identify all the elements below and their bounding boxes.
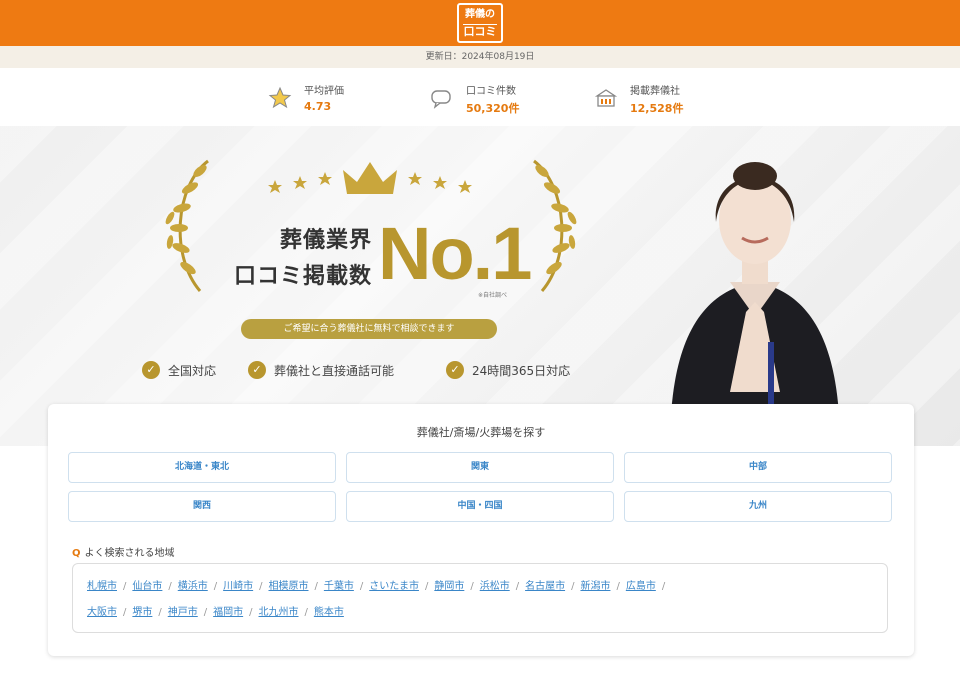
- city-link[interactable]: 仙台市: [132, 581, 162, 592]
- hero-headline: 葬儀業界 口コミ掲載数: [212, 222, 372, 290]
- building-icon: [594, 89, 618, 107]
- check-icon: ✓: [248, 361, 266, 379]
- consult-pill: ご希望に合う葬儀社に無料で相談できます: [241, 319, 497, 339]
- city-link[interactable]: 堺市: [132, 607, 152, 618]
- staff-photo: [670, 162, 840, 446]
- feature-text: 全国対応: [168, 364, 217, 378]
- hero-line2: 口コミ掲載数: [233, 264, 372, 289]
- separator: /: [213, 581, 218, 592]
- separator: /: [515, 581, 520, 592]
- city-links: 札幌市 / 仙台市 / 横浜市 / 川崎市 / 相模原市 / 千葉市 / さいたま市 / 静岡市 / 浜松市 / 名…: [87, 574, 873, 626]
- separator: /: [661, 581, 666, 592]
- city-link[interactable]: 北九州市: [259, 607, 299, 618]
- stat-label: 口コミ件数: [466, 86, 516, 97]
- stat-value: 50,320件: [466, 102, 520, 115]
- separator: /: [123, 607, 127, 618]
- hero-footnote: ※自社調べ: [478, 292, 508, 299]
- city-link[interactable]: 広島市: [626, 581, 656, 592]
- popular-label: よく検索される地域: [84, 548, 175, 559]
- separator: /: [249, 607, 253, 618]
- city-link[interactable]: 静岡市: [434, 581, 464, 592]
- logo-line1: 葬儀の: [465, 9, 495, 20]
- separator: /: [123, 581, 127, 592]
- separator: /: [616, 581, 620, 592]
- feature-text: 24時間365日対応: [472, 364, 571, 378]
- city-link[interactable]: 名古屋市: [525, 581, 565, 592]
- search-icon: Q: [72, 548, 81, 559]
- stat-label: 平均評価: [304, 86, 344, 97]
- city-link[interactable]: 相模原市: [269, 581, 309, 592]
- separator: /: [158, 607, 162, 618]
- separator: /: [470, 581, 474, 592]
- city-links-box: 札幌市 / 仙台市 / 横浜市 / 川崎市 / 相模原市 / 千葉市 / さいたま市 / 静岡市 / 浜松市 / 名…: [72, 563, 888, 633]
- site-logo[interactable]: 葬儀の 口コミ: [457, 3, 503, 43]
- laurel-right-icon: [533, 159, 577, 292]
- check-icon: ✓: [142, 361, 160, 379]
- stat-value: 4.73: [304, 100, 332, 113]
- separator: /: [168, 581, 172, 592]
- region-button[interactable]: 中国・四国: [346, 491, 614, 522]
- city-link[interactable]: 熊本市: [314, 607, 344, 618]
- star-icon: [268, 86, 292, 109]
- city-link[interactable]: 川崎市: [223, 581, 253, 592]
- region-button[interactable]: 関東: [346, 452, 614, 483]
- check-icon: ✓: [446, 361, 464, 379]
- laurel-left-icon: [165, 159, 209, 292]
- stat-value: 12,528件: [630, 102, 684, 115]
- separator: /: [314, 581, 318, 592]
- hero-banner: 葬儀業界 口コミ掲載数 No.1 ※自社調べ ご希望に合う葬儀社に無料で相談でき…: [0, 126, 960, 446]
- city-link[interactable]: 新潟市: [580, 581, 610, 592]
- city-link[interactable]: 浜松市: [480, 581, 510, 592]
- separator: /: [203, 607, 208, 618]
- logo-line2: 口コミ: [463, 24, 497, 38]
- crown-stars-icon: [268, 162, 472, 194]
- city-link[interactable]: 札幌市: [87, 581, 117, 592]
- city-link[interactable]: 横浜市: [178, 581, 208, 592]
- city-link[interactable]: 千葉市: [324, 581, 354, 592]
- no1-text: No.1: [378, 212, 532, 295]
- separator: /: [304, 607, 308, 618]
- region-button[interactable]: 北海道・東北: [68, 452, 336, 483]
- city-link[interactable]: 大阪市: [87, 607, 117, 618]
- region-button[interactable]: 中部: [624, 452, 892, 483]
- city-link[interactable]: 神戸市: [168, 607, 198, 618]
- region-button[interactable]: 関西: [68, 491, 336, 522]
- region-button[interactable]: 九州: [624, 491, 892, 522]
- search-card: 葬儀社/斎場/火葬場を探す 北海道・東北 関東 中部 関西 中国・四国 九州 Q…: [48, 404, 914, 656]
- separator: /: [571, 581, 575, 592]
- separator: /: [259, 581, 263, 592]
- separator: /: [359, 581, 364, 592]
- hero-line1: 葬儀業界: [279, 228, 372, 253]
- search-title: 葬儀社/斎場/火葬場を探す: [416, 426, 546, 439]
- feature-text: 葬儀社と直接通話可能: [274, 364, 395, 378]
- top-header: 葬儀の 口コミ: [0, 0, 960, 46]
- popular-areas-heading: Q よく検索される地域: [72, 544, 175, 559]
- stat-label: 掲載葬儀社: [630, 86, 680, 97]
- city-link[interactable]: 福岡市: [213, 607, 243, 618]
- city-link[interactable]: さいたま市: [369, 581, 419, 592]
- stats-bar: 平均評価 4.73 口コミ件数 50,320件 掲載葬儀社 12,528件: [0, 74, 960, 126]
- updated-date: 更新日：2024年08月19日: [0, 46, 960, 68]
- separator: /: [424, 581, 429, 592]
- chat-icon: [431, 90, 451, 109]
